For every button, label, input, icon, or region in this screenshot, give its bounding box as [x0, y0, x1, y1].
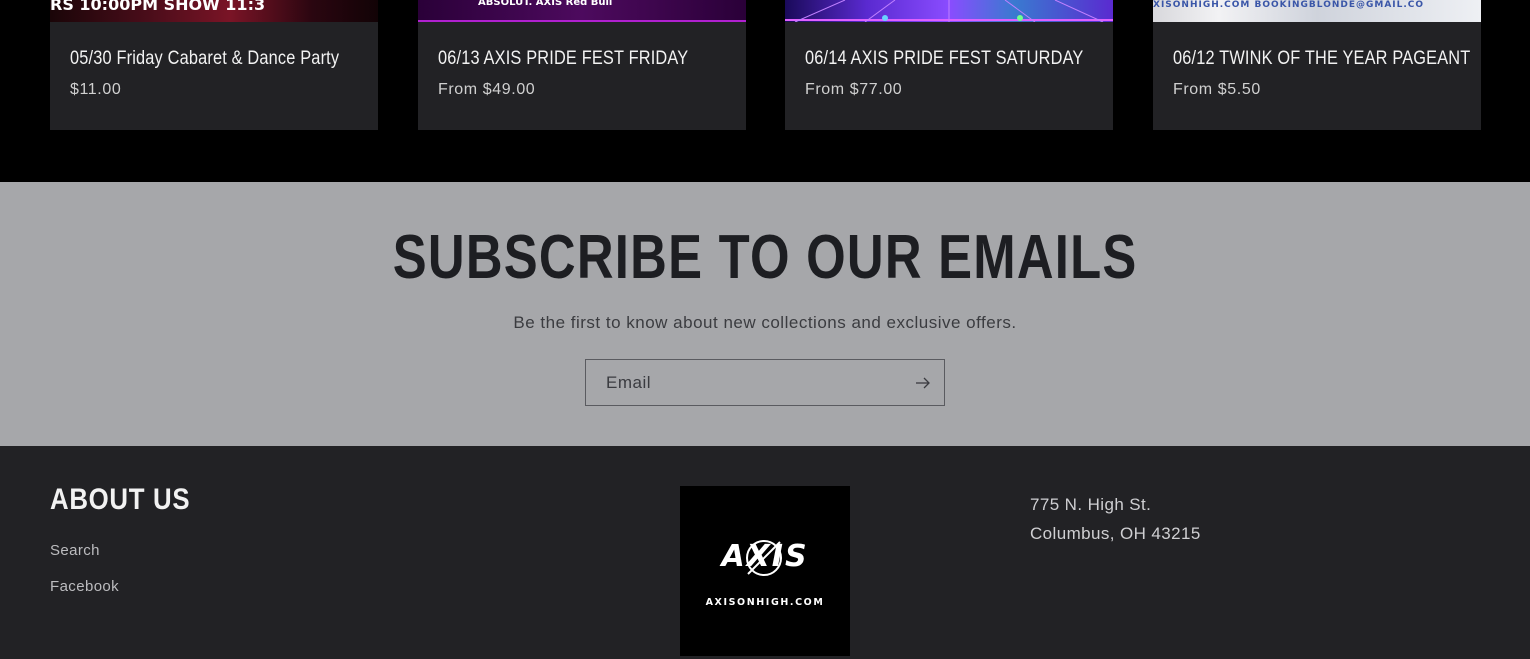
axis-logo[interactable]: AXIS AXISONHIGH.COM: [680, 486, 850, 656]
product-title[interactable]: 06/12 TWINK OF THE YEAR PAGEANT: [1173, 48, 1470, 70]
axis-logo-graphic: AXIS AXISONHIGH.COM: [706, 539, 825, 608]
product-thumbnail[interactable]: ABSOLUT. AXIS Red Bull: [418, 0, 746, 22]
thumbnail-caption: RS 10:00PM SHOW 11:3: [50, 0, 266, 14]
logo-url: AXISONHIGH.COM: [706, 597, 825, 608]
newsletter-title-text: SUBSCRIBE TO OUR EMAILS: [392, 223, 1138, 292]
newsletter-title: SUBSCRIBE TO OUR EMAILS: [0, 222, 1530, 293]
newsletter-section: SUBSCRIBE TO OUR EMAILS Be the first to …: [0, 182, 1530, 446]
product-title[interactable]: 06/14 AXIS PRIDE FEST SATURDAY: [805, 48, 1084, 70]
address-line-2: Columbus, OH 43215: [1030, 524, 1201, 543]
product-grid: RS 10:00PM SHOW 11:3 05/30 Friday Cabare…: [0, 0, 1530, 182]
thumbnail-caption: ABSOLUT. AXIS Red Bull: [478, 0, 613, 8]
about-us-heading: ABOUT US: [50, 483, 191, 516]
address-line-1: 775 N. High St.: [1030, 495, 1152, 514]
arrow-right-icon[interactable]: [914, 374, 932, 392]
product-card[interactable]: ABSOLUT. AXIS Red Bull 06/13 AXIS PRIDE …: [418, 0, 746, 130]
neon-grid-graphic: [785, 0, 1113, 22]
product-thumbnail[interactable]: [785, 0, 1113, 22]
store-address: 775 N. High St. Columbus, OH 43215: [1030, 490, 1201, 548]
product-card[interactable]: XISONHIGH.COM BOOKINGBLONDE@GMAIL.CO 06/…: [1153, 0, 1481, 130]
product-price: $11.00: [70, 81, 122, 98]
product-card[interactable]: RS 10:00PM SHOW 11:3 05/30 Friday Cabare…: [50, 0, 378, 130]
thumbnail-caption: XISONHIGH.COM BOOKINGBLONDE@GMAIL.CO: [1153, 0, 1425, 10]
product-price: From $49.00: [438, 81, 536, 98]
product-thumbnail[interactable]: XISONHIGH.COM BOOKINGBLONDE@GMAIL.CO: [1153, 0, 1481, 22]
product-title[interactable]: 05/30 Friday Cabaret & Dance Party: [70, 48, 339, 70]
product-price: From $5.50: [1173, 81, 1261, 98]
email-form: [585, 359, 945, 406]
footer-link-search[interactable]: Search: [50, 542, 100, 559]
product-thumbnail[interactable]: RS 10:00PM SHOW 11:3: [50, 0, 378, 22]
product-price: From $77.00: [805, 81, 903, 98]
site-footer: ABOUT US Search Facebook AXIS AXISONHIGH…: [0, 446, 1530, 659]
logo-wordmark: AXIS: [719, 539, 808, 574]
newsletter-description: Be the first to know about new collectio…: [513, 313, 1017, 332]
product-card[interactable]: 06/14 AXIS PRIDE FEST SATURDAY From $77.…: [785, 0, 1113, 130]
footer-link-facebook[interactable]: Facebook: [50, 578, 119, 595]
product-title[interactable]: 06/13 AXIS PRIDE FEST FRIDAY: [438, 48, 688, 70]
email-input[interactable]: [586, 360, 906, 405]
